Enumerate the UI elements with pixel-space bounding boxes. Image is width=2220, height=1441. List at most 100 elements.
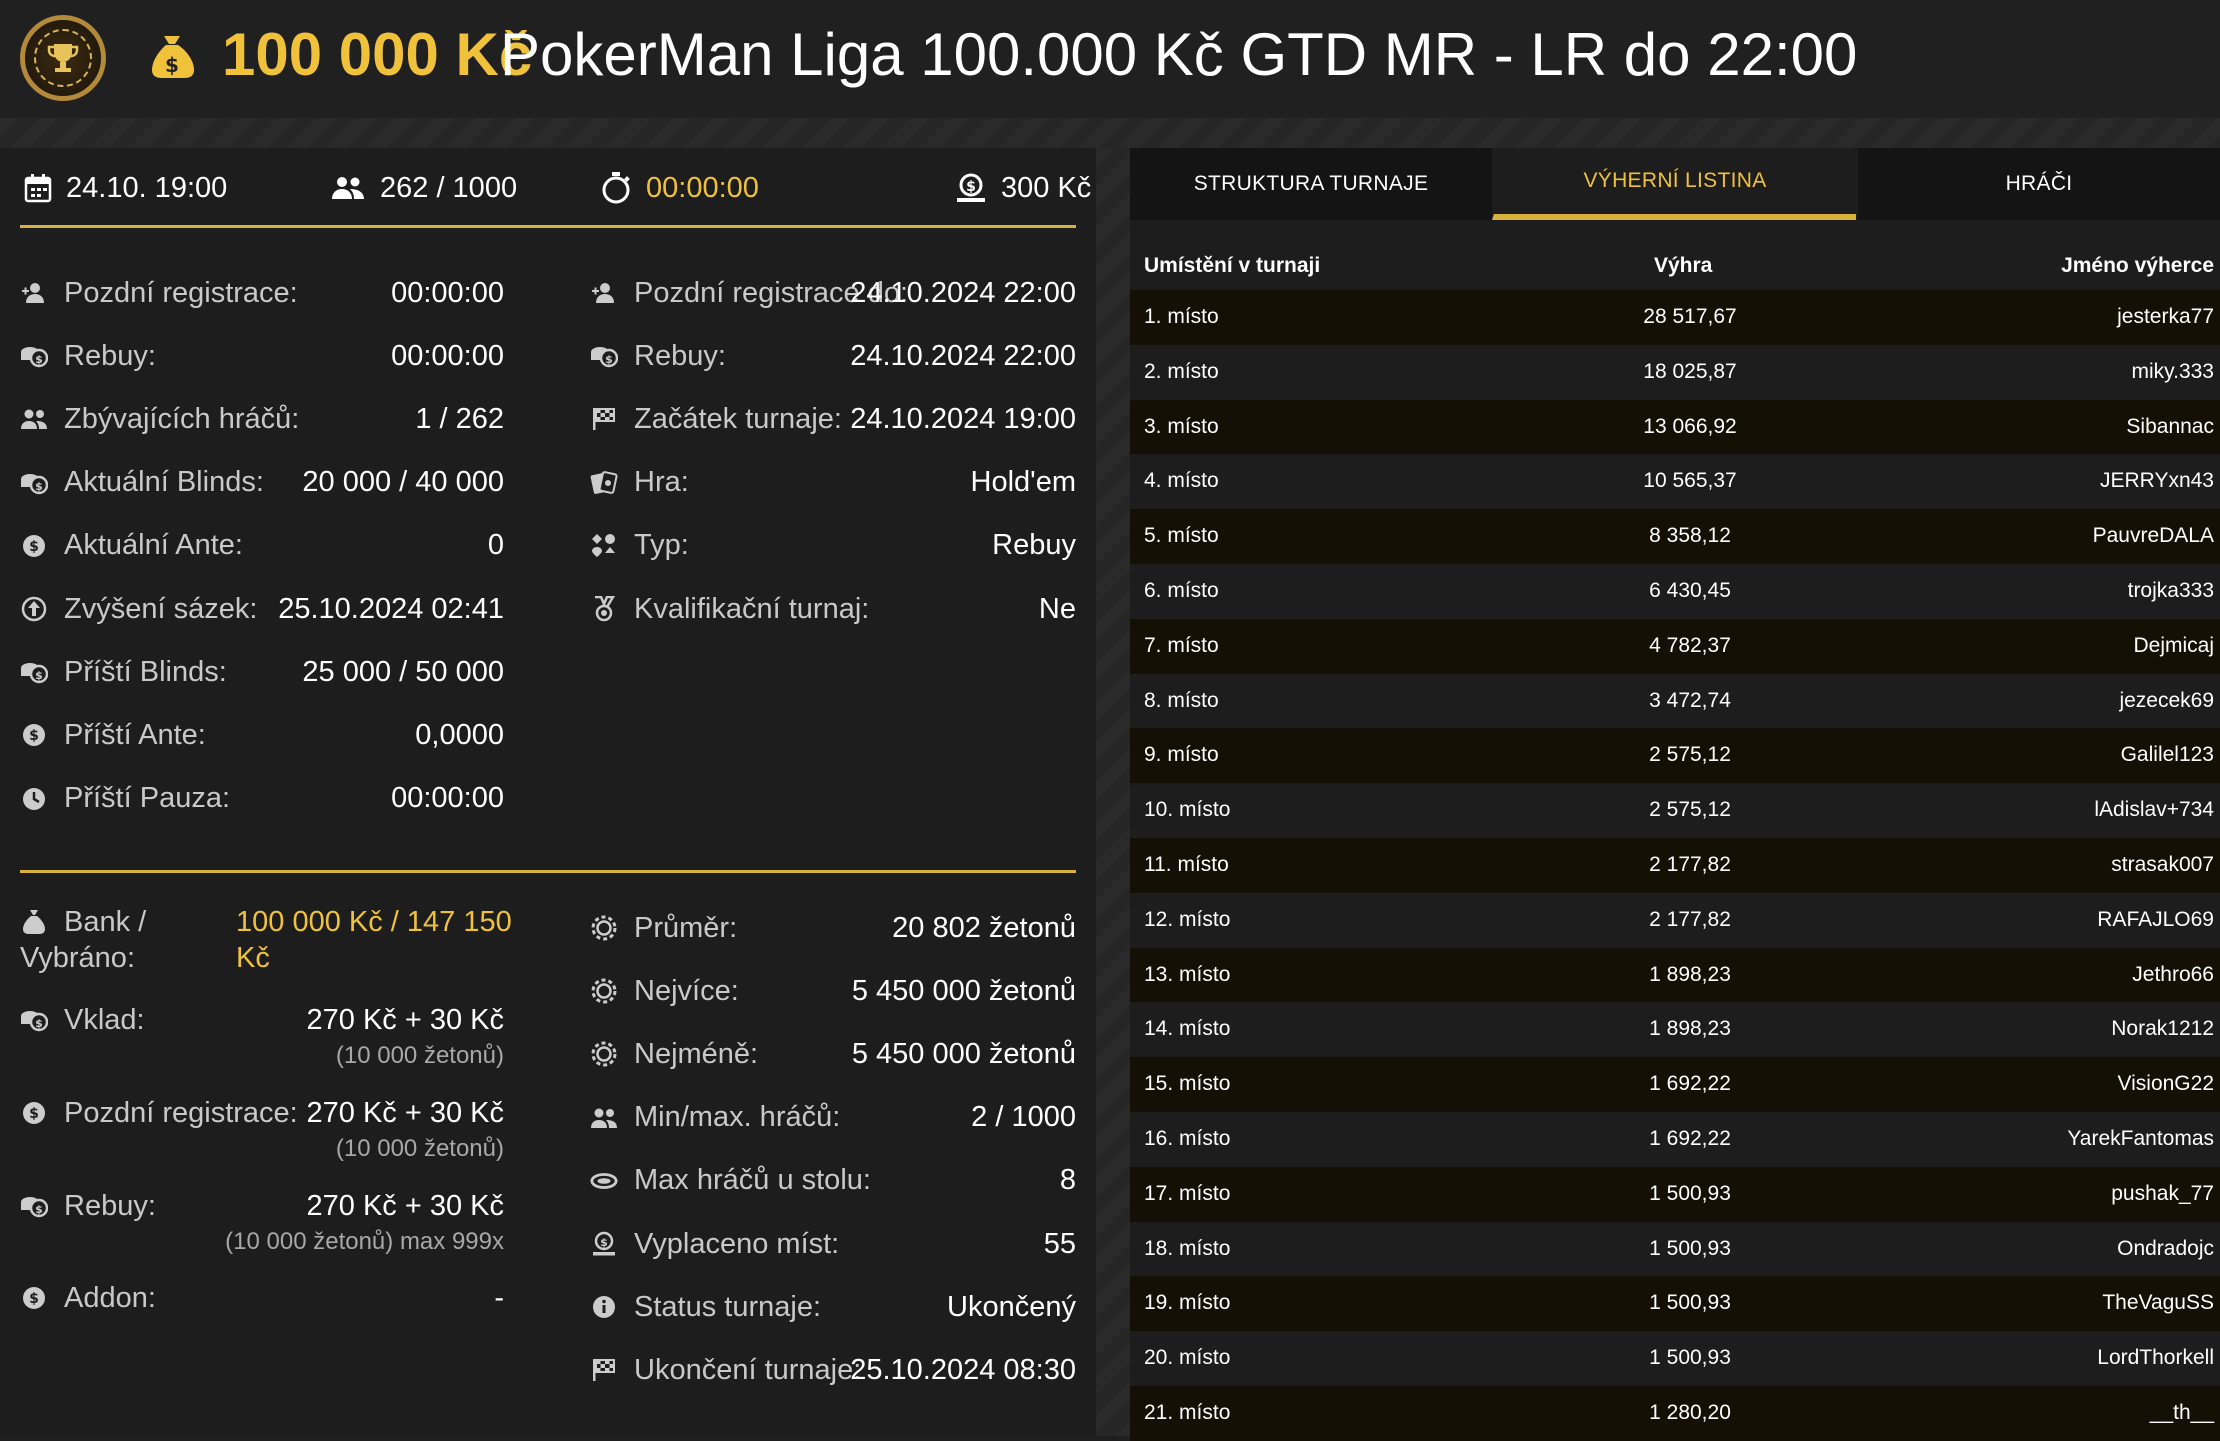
info-row: $ Příští Blinds: 25 000 / 50 000 — [20, 648, 504, 696]
table-icon — [590, 1167, 618, 1195]
guarantee-amount: 100 000 Kč — [222, 21, 533, 88]
stat-value: 20 802 žetonů — [892, 911, 1076, 944]
stat-value: 8 — [1059, 1164, 1076, 1197]
coins-icon: $ — [20, 1192, 48, 1220]
winner-cell: Galilel123 — [2120, 743, 2214, 767]
prize-value: 2 575,12 — [1649, 743, 1731, 767]
place-cell: 1. místo — [1144, 305, 1219, 328]
stat-value: 25.10.2024 08:30 — [850, 1353, 1076, 1386]
stat-value: 55 — [1043, 1227, 1076, 1260]
deposit-row: $ Vklad: 270 Kč + 30 Kč — [20, 996, 504, 1044]
prize-value: 1 898,23 — [1649, 962, 1731, 986]
info-value: 24.10.2024 22:00 — [850, 339, 1076, 372]
bank-value-text: 100 000 Kč / 147 150 — [236, 905, 512, 938]
winner-cell: Norak1212 — [2111, 1017, 2214, 1041]
info-row: Příští Pauza: 00:00:00 — [20, 775, 504, 823]
stat-label: Min/max. hráčů: — [634, 1101, 841, 1134]
winner-cell: Ondradojc — [2117, 1236, 2214, 1260]
stat-value: 2 / 1000 — [971, 1101, 1076, 1134]
place-cell: 10. místo — [1144, 798, 1231, 822]
svg-text:$: $ — [35, 353, 43, 366]
buyin-icon: $ — [957, 173, 985, 202]
info-label: Rebuy: — [64, 339, 156, 372]
table-row: 15. místo 1 692,22 VisionG22 — [1130, 1057, 2220, 1112]
header-prize: Výhra — [1654, 254, 1713, 277]
bank-value: 100 000 Kč / 147 150 — [236, 904, 512, 940]
late-reg-fee-row: $ Pozdní registrace: 270 Kč + 30 Kč — [20, 1089, 504, 1137]
place-cell: 7. místo — [1144, 633, 1219, 657]
place-cell: 18. místo — [1144, 1236, 1231, 1260]
place-cell: 19. místo — [1144, 1291, 1231, 1315]
stat-row: Max hráčů u stolu: 8 — [590, 1157, 1076, 1205]
dollar-circle-icon: $ — [20, 1099, 48, 1127]
info-row: $ Příští Ante: 0,0000 — [20, 711, 504, 759]
dollar-circle-icon: $ — [20, 721, 48, 749]
info-label: Začátek turnaje: — [634, 402, 842, 435]
rebuy-fee-value: 270 Kč + 30 Kč — [306, 1189, 505, 1222]
buyin-text: 300 Kč — [1001, 171, 1092, 204]
header-place: Umístění v turnaji — [1144, 254, 1321, 277]
table-row: 16. místo 1 692,22 YarekFantomas — [1130, 1111, 2220, 1167]
prize-value: 8 358,12 — [1649, 524, 1731, 548]
info-row: $ Aktuální Blinds: 20 000 / 40 000 — [20, 459, 504, 507]
winner-cell: Sibannac — [2126, 414, 2214, 438]
svg-text:$: $ — [605, 353, 613, 366]
coins-icon: $ — [20, 1006, 48, 1034]
svg-text:$: $ — [966, 179, 976, 195]
prize-value: 1 500,93 — [1649, 1291, 1731, 1315]
table-row: 5. místo 8 358,12 PauvreDALA — [1130, 509, 2220, 564]
info-label: Příští Blinds: — [64, 655, 227, 688]
info-row: Zbývajících hráčů: 1 / 262 — [20, 395, 504, 443]
prize-value: 1 500,93 — [1649, 1236, 1731, 1260]
svg-text:$: $ — [35, 1017, 43, 1030]
countdown: 00:00:00 — [600, 168, 759, 208]
info-label: Kvalifikační turnaj: — [634, 592, 870, 625]
deposit-value: 270 Kč + 30 Kč — [306, 1003, 505, 1036]
info-label: Zbývajících hráčů: — [64, 402, 300, 435]
stat-label: Status turnaje: — [634, 1290, 821, 1323]
prize-value: 4 782,37 — [1649, 633, 1731, 657]
svg-text:$: $ — [35, 480, 43, 493]
table-row: 18. místo 1 500,93 Ondradojc — [1130, 1221, 2220, 1277]
table-header: Umístění v turnaji Výhra Jméno výherce — [1130, 248, 2220, 282]
late-reg-fee-value: 270 Kč + 30 Kč — [306, 1096, 505, 1129]
stat-value: 5 450 000 žetonů — [851, 1037, 1076, 1070]
clock-icon — [20, 785, 48, 813]
cards-icon — [590, 469, 618, 497]
table-row: 6. místo 6 430,45 trojka333 — [1130, 563, 2220, 619]
info-row: Pozdní registrace do: 24.10.2024 22:00 — [590, 269, 1076, 317]
place-cell: 17. místo — [1144, 1181, 1231, 1205]
svg-text:$: $ — [29, 728, 39, 744]
place-cell: 11. místo — [1144, 852, 1229, 876]
tab-players[interactable]: HRÁČI — [1856, 148, 2220, 220]
start-date: 24.10. 19:00 — [24, 168, 227, 208]
table-row: 1. místo 28 517,67 jesterka77 — [1130, 290, 2220, 345]
people-icon — [20, 405, 48, 433]
tab-payout-list[interactable]: VÝHERNÍ LISTINA — [1492, 148, 1856, 220]
table-row: 10. místo 2 575,12 lAdislav+734 — [1130, 783, 2220, 838]
info-label: Příští Pauza: — [64, 782, 231, 815]
prize-value: 1 280,20 — [1649, 1400, 1731, 1424]
flag-icon — [590, 1356, 618, 1384]
stat-label: Nejvíce: — [634, 974, 739, 1007]
rebuy-fee-label: Rebuy: — [64, 1189, 156, 1222]
prize-value: 1 500,93 — [1649, 1181, 1731, 1205]
winner-cell: trojka333 — [2127, 578, 2214, 602]
section-divider — [20, 225, 1076, 228]
countdown-text: 00:00:00 — [646, 171, 759, 204]
calendar-icon — [24, 174, 52, 203]
stat-row: Min/max. hráčů: 2 / 1000 — [590, 1094, 1076, 1142]
deposit-chips: (10 000 žetonů) — [335, 1042, 504, 1069]
page-header: $ 100 000 Kč PokerMan Liga 100.000 Kč GT… — [0, 0, 2220, 118]
stat-value: 5 450 000 žetonů — [851, 974, 1076, 1007]
withdrawn-label: Vybráno: — [20, 941, 135, 974]
winner-cell: PauvreDALA — [2092, 524, 2214, 548]
svg-text:$: $ — [29, 1291, 39, 1307]
place-cell: 2. místo — [1144, 359, 1219, 383]
prize-value: 10 565,37 — [1643, 469, 1737, 493]
info-value: 24.10.2024 22:00 — [850, 276, 1076, 309]
bank-value-line2: Kč — [236, 940, 270, 976]
table-row: 11. místo 2 177,82 strasak007 — [1130, 837, 2220, 893]
header-winner: Jméno výherce — [2061, 254, 2214, 277]
tab-tournament-structure[interactable]: STRUKTURA TURNAJE — [1130, 148, 1492, 220]
